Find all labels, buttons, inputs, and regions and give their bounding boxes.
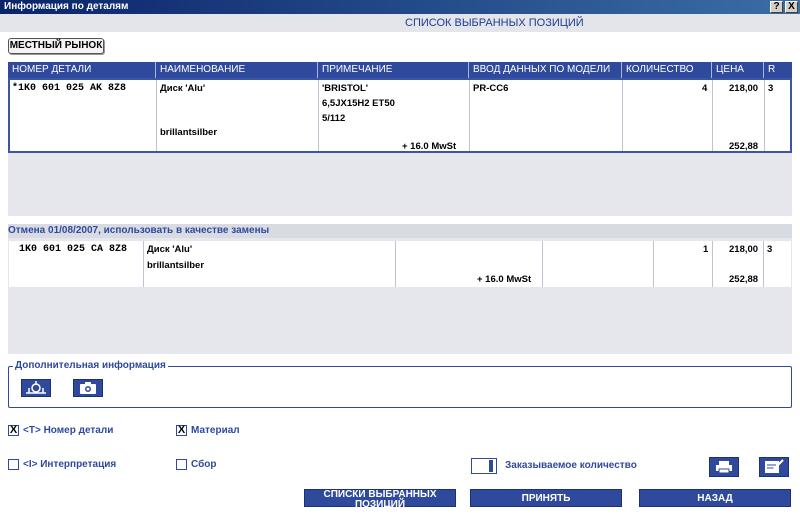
- window-titlebar: Информация по деталям ? X: [0, 0, 800, 14]
- extra-info-group: Дополнительная информация: [8, 360, 792, 408]
- table-row[interactable]: 1K0 601 025 CA 8Z8 Диск 'Alu' brillantsi…: [8, 240, 792, 288]
- print-button[interactable]: [709, 457, 739, 477]
- cancel-note: Отмена 01/08/2007, использовать в качест…: [8, 224, 792, 238]
- interpretation-checkbox[interactable]: [8, 459, 19, 470]
- row2-part-number: 1K0 601 025 CA 8Z8: [19, 244, 128, 255]
- local-market-tab[interactable]: МЕСТНЫЙ РЫНОК: [8, 38, 104, 54]
- col-part-number[interactable]: НОМЕР ДЕТАЛИ: [8, 62, 156, 78]
- row2-quantity: 1: [703, 244, 709, 255]
- edit-icon: [765, 459, 784, 473]
- row1-r: 3: [768, 83, 774, 94]
- col-model[interactable]: ВВОД ДАННЫХ ПО МОДЕЛИ: [469, 62, 622, 78]
- printer-icon: [716, 461, 732, 474]
- diagram-icon: [26, 381, 46, 394]
- accept-button[interactable]: ПРИНЯТЬ: [470, 489, 622, 507]
- diagram-button[interactable]: [21, 379, 51, 397]
- camera-icon: [80, 382, 96, 394]
- row2-price-total: 252,88: [729, 274, 759, 285]
- order-quantity-label: Заказываемое количество: [505, 460, 637, 471]
- selected-lists-button[interactable]: СПИСКИ ВЫБРАННЫХ ПОЗИЦИЙ: [304, 489, 456, 510]
- row1-note-line2: 6,5JX15H2 ET50: [322, 98, 395, 109]
- edit-button[interactable]: [759, 457, 789, 477]
- photo-button[interactable]: [73, 379, 103, 397]
- row1-part-number: *1K0 601 025 AK 8Z8: [12, 83, 127, 94]
- table-header: НОМЕР ДЕТАЛИ НАИМЕНОВАНИЕ ПРИМЕЧАНИЕ ВВО…: [8, 62, 792, 78]
- row1-model: PR-CC6: [473, 83, 509, 94]
- col-name[interactable]: НАИМЕНОВАНИЕ: [156, 62, 318, 78]
- row2-name: Диск 'Alu': [147, 244, 193, 255]
- row1-note-line1: 'BRISTOL': [322, 83, 369, 94]
- row1-name-color: brillantsilber: [160, 127, 218, 138]
- row1-note-line3: 5/112: [322, 113, 346, 124]
- part-number-checkbox[interactable]: X: [8, 425, 19, 436]
- row2-r: 3: [767, 244, 773, 255]
- subtitle-bar: СПИСОК ВЫБРАННЫХ ПОЗИЦИЙ: [0, 14, 800, 32]
- help-button[interactable]: ?: [770, 1, 783, 13]
- row1-quantity: 4: [702, 83, 708, 94]
- page-title: СПИСОК ВЫБРАННЫХ ПОЗИЦИЙ: [405, 17, 584, 29]
- col-quantity[interactable]: КОЛИЧЕСТВО: [622, 62, 712, 78]
- row1-price: 218,00: [729, 83, 759, 94]
- assembly-checkbox[interactable]: [176, 459, 187, 470]
- order-quantity-input[interactable]: [471, 458, 497, 474]
- row1-name: Диск 'Alu': [160, 83, 206, 94]
- row2-name-color: brillantsilber: [147, 260, 205, 271]
- row2-tax: + 16.0 MwSt: [477, 274, 532, 285]
- part-number-checkbox-label: <T> Номер детали: [23, 425, 114, 436]
- material-checkbox-label: Материал: [191, 425, 240, 436]
- col-note[interactable]: ПРИМЕЧАНИЕ: [318, 62, 469, 78]
- row2-price: 218,00: [729, 244, 759, 255]
- window-title: Информация по деталям: [4, 1, 129, 12]
- col-r[interactable]: R: [764, 62, 792, 78]
- table-row[interactable]: *1K0 601 025 AK 8Z8 Диск 'Alu' brillants…: [8, 78, 792, 153]
- extra-info-legend: Дополнительная информация: [13, 360, 168, 371]
- assembly-checkbox-label: Сбор: [191, 459, 217, 470]
- row1-tax: + 16.0 MwSt: [402, 141, 457, 152]
- row1-price-total: 252,88: [729, 141, 759, 152]
- material-checkbox[interactable]: X: [176, 425, 187, 436]
- interpretation-checkbox-label: <I> Интерпретация: [23, 459, 117, 470]
- close-button[interactable]: X: [785, 1, 798, 13]
- back-button[interactable]: НАЗАД: [639, 489, 791, 507]
- col-price[interactable]: ЦЕНА: [712, 62, 764, 78]
